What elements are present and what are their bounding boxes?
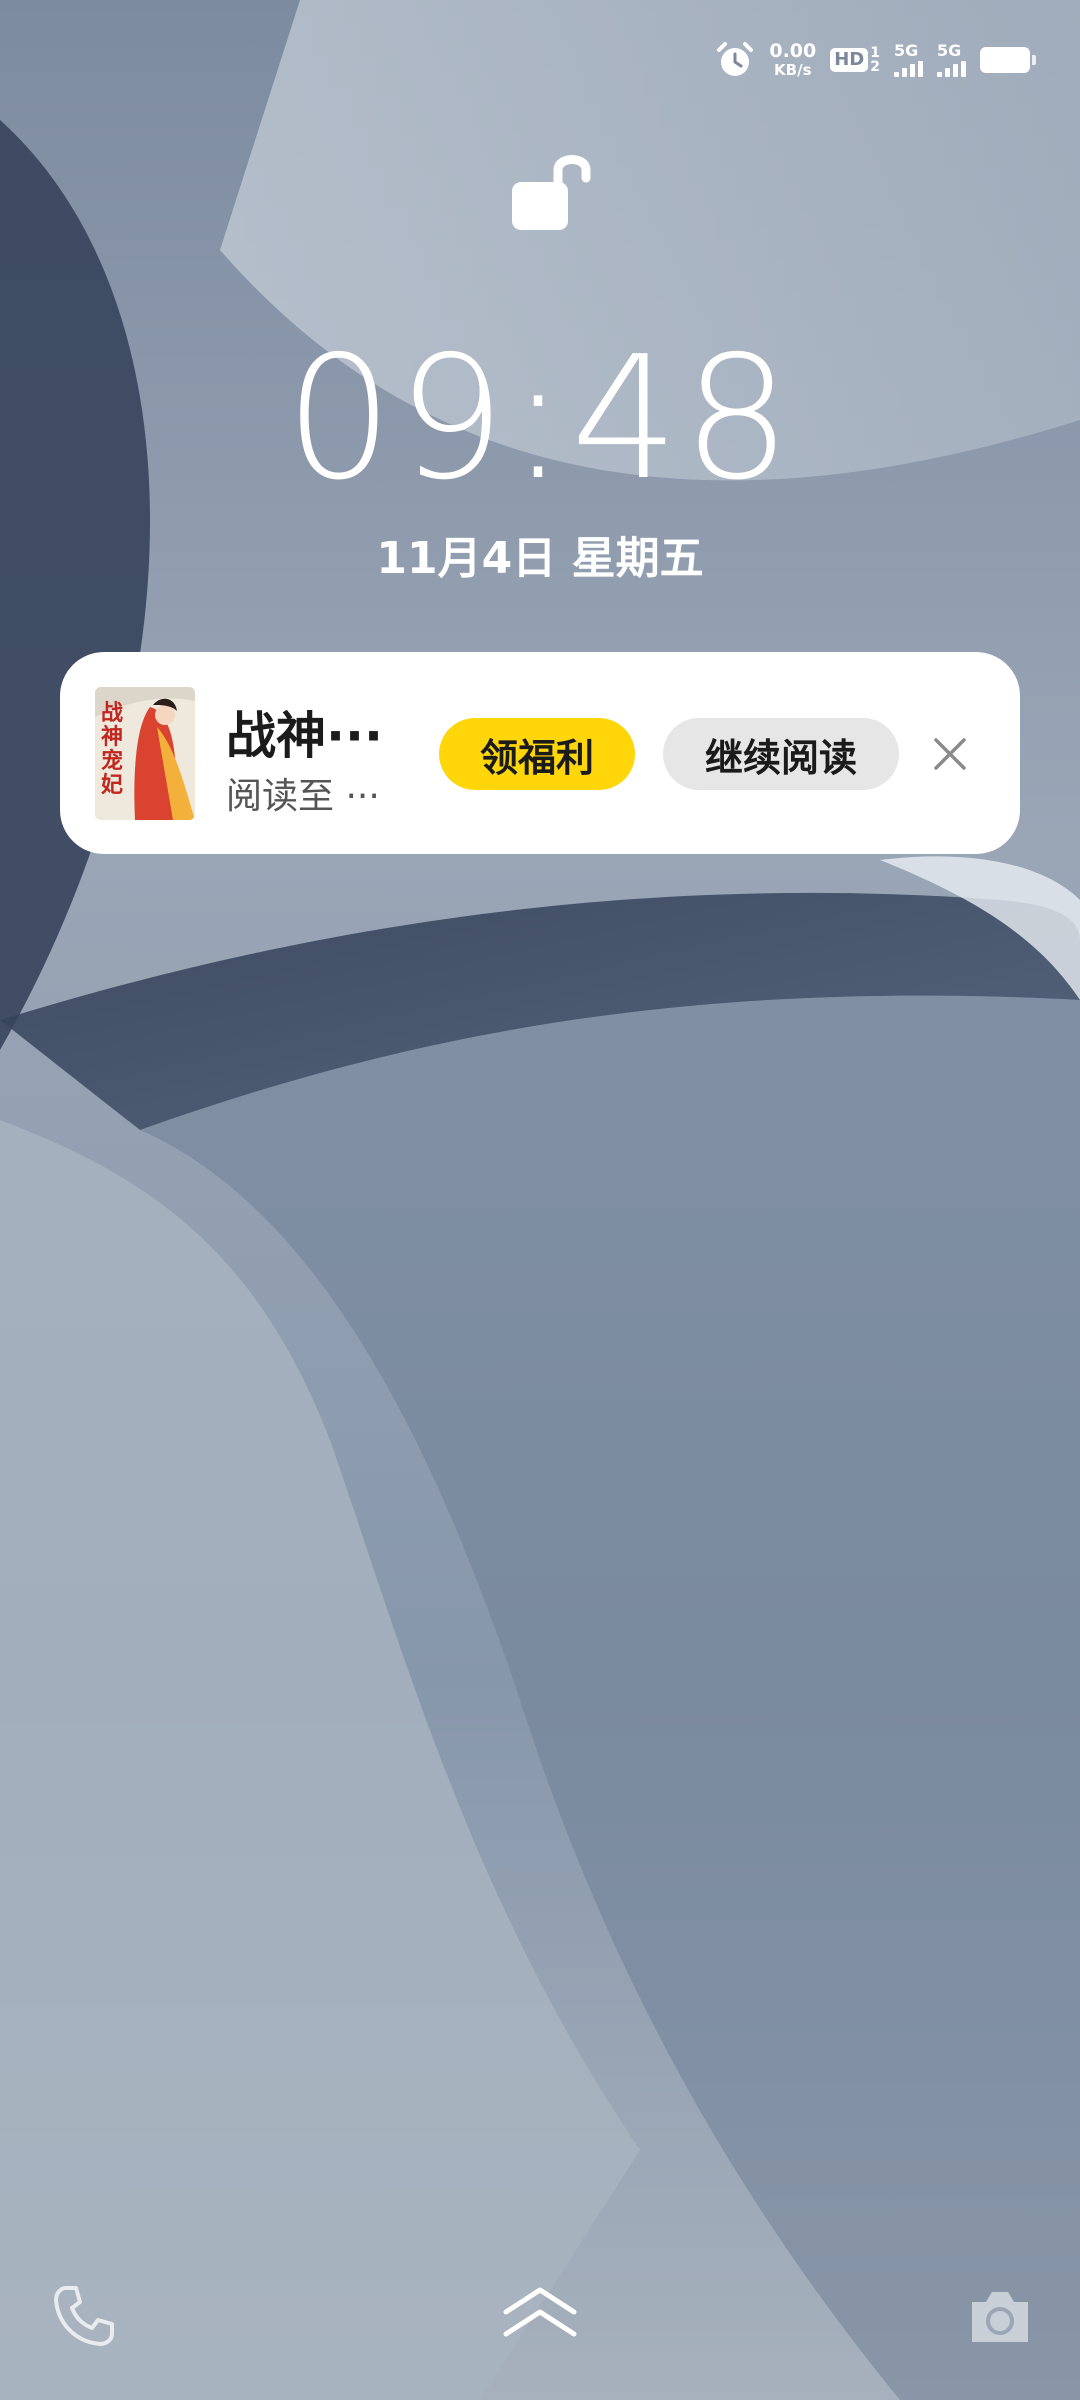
hd-sim-2: 2 bbox=[870, 59, 880, 75]
network-speed-unit: KB/s bbox=[774, 61, 812, 79]
notification-title: 战神··· bbox=[226, 707, 383, 765]
reading-notification-card[interactable]: 战神宠妃 战神··· 阅读至 ··· 领福利 继续阅读 bbox=[60, 652, 1020, 854]
unlocked-padlock-icon bbox=[512, 155, 591, 230]
clock-date: 11月4日 星期五 bbox=[376, 533, 704, 584]
continue-reading-button[interactable]: 继续阅读 bbox=[663, 718, 899, 790]
network-speed-value: 0.00 bbox=[769, 40, 817, 62]
battery-icon bbox=[980, 47, 1036, 73]
claim-welfare-button[interactable]: 领福利 bbox=[439, 718, 635, 790]
signal-bars-icon bbox=[894, 61, 923, 77]
hd-label: HD bbox=[830, 48, 869, 72]
camera-icon[interactable] bbox=[968, 2288, 1032, 2346]
sim2-network-type: 5G bbox=[937, 41, 962, 60]
status-bar: 0.00 KB/s HD 1 2 5G 5G bbox=[715, 34, 1036, 86]
sim1-network-type: 5G bbox=[894, 41, 919, 60]
notification-subtitle: 阅读至 ··· bbox=[226, 776, 380, 817]
book-cover-title: 战神宠妃 bbox=[101, 700, 124, 798]
network-speed: 0.00 KB/s bbox=[769, 42, 816, 78]
signal-bars-icon bbox=[937, 61, 966, 77]
book-cover: 战神宠妃 bbox=[95, 687, 195, 820]
sim2-signal: 5G bbox=[937, 43, 966, 77]
close-icon[interactable] bbox=[930, 734, 970, 774]
clock-time: 09:48 bbox=[285, 320, 795, 518]
alarm-clock-icon bbox=[717, 42, 754, 76]
hd-voice-indicator: HD 1 2 bbox=[830, 46, 880, 74]
double-chevron-up-icon[interactable] bbox=[500, 2282, 580, 2342]
phone-icon[interactable] bbox=[52, 2284, 116, 2348]
hd-sim-1: 1 bbox=[870, 45, 880, 61]
sim1-signal: 5G bbox=[894, 43, 923, 77]
